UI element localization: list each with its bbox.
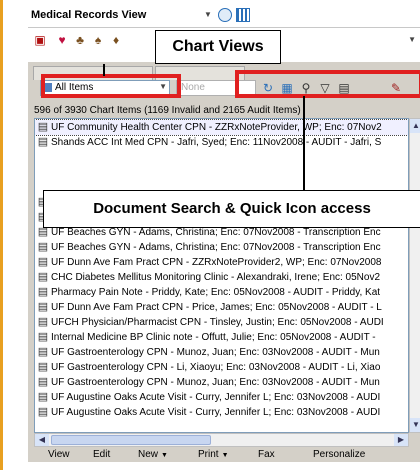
calendar-icon[interactable] [236,8,250,22]
chevron-down-icon[interactable]: ▼ [222,452,229,459]
note-icon: ▤ [37,316,49,328]
scroll-down-icon[interactable]: ▼ [410,418,420,432]
list-item-text: Internal Medicine BP Clinic note - Offut… [51,332,376,343]
app-window: Medical Records View ▼ ▣ ♥ ♣ ♠ ♦ ▼ All I… [0,0,420,470]
list-item[interactable]: ▤ UF Community Health Center CPN - ZZRxNo… [35,119,408,136]
bottom-toolbar: View Edit New ▼ Print ▼ Fax Personalize [28,448,420,462]
molecule-icon[interactable]: ♣ [72,32,88,48]
filter-row: All Items ▼ None ↻ ▦ ⚲ ▽ ▤ ✎ [28,78,420,100]
people-icon[interactable]: ♠ [90,32,106,48]
list-item-text: UF Gastroenterology CPN - Munoz, Juan; E… [51,347,380,358]
scroll-thumb[interactable] [51,435,211,445]
print-label: Print [198,449,219,460]
list-item-text: UF Dunn Ave Fam Pract CPN - Price, James… [51,302,382,313]
callout-connector [103,64,105,76]
list-item[interactable]: ▤ Internal Medicine BP Clinic note - Offu… [35,330,408,345]
list-item[interactable]: ▤ UF Gastroenterology CPN - Munoz, Juan; … [35,375,408,390]
note-icon: ▤ [37,121,49,133]
list-icon [43,83,52,92]
divider [28,27,420,28]
title-row: Medical Records View ▼ [28,8,420,26]
vertical-scrollbar[interactable]: ▲ ▼ [409,118,420,433]
chart-items-list: ▤ UF Community Health Center CPN - ZZRxNo… [34,118,409,433]
callout-doc-search: Document Search & Quick Icon access [43,190,420,228]
note-icon: ▤ [37,361,49,373]
callout-connector [303,96,305,190]
refresh-icon[interactable]: ↻ [260,80,276,96]
list-item[interactable]: ▤UF Beaches GYN - Adams, Christina; Enc:… [35,240,408,255]
callout-chart-views: Chart Views [155,30,281,64]
list-item[interactable]: ▤ UF Gastroenterology CPN - Li, Xiaoyu; E… [35,360,408,375]
new-button[interactable]: New ▼ [138,449,168,460]
list-item[interactable]: ▤ UF Augustine Oaks Acute Visit - Curry, … [35,405,408,420]
flask-icon[interactable]: ♦ [108,32,124,48]
print-button[interactable]: Print ▼ [198,449,229,460]
secondary-filter-value: None [181,82,205,93]
list-item-text: CHC Diabetes Mellitus Monitoring Clinic … [51,272,381,283]
magnify-icon[interactable]: ⚲ [298,80,314,96]
note-icon: ▤ [37,346,49,358]
chevron-down-icon[interactable]: ▼ [408,35,416,44]
list-item-text: UF Augustine Oaks Acute Visit - Curry, J… [51,392,381,403]
new-label: New [138,449,159,460]
list-item[interactable]: ▤ Shands ACC Int Med CPN - Jafri, Syed; E… [35,135,408,150]
list-item[interactable]: ▤ Pharmacy Pain Note - Priddy, Kate; Enc:… [35,285,408,300]
note-icon: ▤ [37,136,49,148]
chart-panel: All Items ▼ None ↻ ▦ ⚲ ▽ ▤ ✎ 596 of 3930… [28,62,420,462]
list-item[interactable]: ▤ UF Gastroenterology CPN - Munoz, Juan; … [35,345,408,360]
list-item-text: Shands ACC Int Med CPN - Jafri, Syed; En… [51,137,382,148]
scroll-right-icon[interactable]: ▶ [394,434,408,446]
scroll-up-icon[interactable]: ▲ [410,119,420,133]
view-select[interactable]: Medical Records View [28,8,204,24]
globe-icon[interactable] [218,8,232,22]
list-item[interactable]: ▤ UF Augustine Oaks Acute Visit - Curry, … [35,390,408,405]
funnel-icon[interactable]: ▽ [317,80,333,96]
chevron-down-icon[interactable]: ▼ [161,452,168,459]
chart-view-select[interactable]: All Items ▼ [40,80,170,96]
edit-button[interactable]: Edit [93,449,110,460]
list-item-text: UF Gastroenterology CPN - Munoz, Juan; E… [51,377,380,388]
note-icon: ▤ [37,376,49,388]
item-count-summary: 596 of 3930 Chart Items (1169 Invalid an… [34,105,301,116]
note-icon: ▤ [37,406,49,418]
list-item[interactable]: ▤ UF Dunn Ave Fam Pract CPN - Price, Jame… [35,300,408,315]
list-item-text: UF Dunn Ave Fam Pract CPN - ZZRxNoteProv… [51,257,382,268]
note-icon: ▤ [37,301,49,313]
list-item-text: UF Community Health Center CPN - ZZRxNot… [51,122,382,133]
scroll-left-icon[interactable]: ◀ [35,434,49,446]
personalize-button[interactable]: Personalize [313,449,365,460]
fax-button[interactable]: Fax [258,449,275,460]
list-item-text: UF Gastroenterology CPN - Li, Xiaoyu; En… [51,362,381,373]
view-select-label: Medical Records View [31,9,147,21]
note-icon: ▤ [37,271,49,283]
document-icon[interactable]: ▣ [32,32,48,48]
list-item-text: UF Augustine Oaks Acute Visit - Curry, J… [51,407,381,418]
view-button[interactable]: View [48,449,70,460]
list-item[interactable]: ▤ UFCH Physician/Pharmacist CPN - Tinsley… [35,315,408,330]
list-item-text: Pharmacy Pain Note - Priddy, Kate; Enc: … [51,287,381,298]
note-icon: ▤ [37,391,49,403]
tools-icon[interactable]: ✎ [388,80,404,96]
calculator-icon[interactable]: ▤ [336,80,352,96]
list-item-text: UF Beaches GYN - Adams, Christina; Enc: … [51,227,381,238]
note-icon: ▤ [37,256,49,268]
note-icon: ▤ [37,331,49,343]
note-icon: ▤ [37,241,49,253]
grid-icon[interactable]: ▦ [279,80,295,96]
list-item[interactable]: ▤UF Dunn Ave Fam Pract CPN - ZZRxNotePro… [35,255,408,270]
list-item[interactable]: ▤ CHC Diabetes Mellitus Monitoring Clinic… [35,270,408,285]
list-item-text: UF Beaches GYN - Adams, Christina; Enc: … [51,242,381,253]
note-icon: ▤ [37,286,49,298]
list-item-text: UFCH Physician/Pharmacist CPN - Tinsley,… [51,317,384,328]
secondary-filter-select[interactable]: None [176,80,256,96]
horizontal-scrollbar[interactable]: ◀ ▶ [34,433,409,447]
chevron-down-icon[interactable]: ▼ [159,82,167,91]
chart-view-value: All Items [55,82,94,93]
heart-icon[interactable]: ♥ [54,32,70,48]
chevron-down-icon[interactable]: ▼ [204,10,212,19]
